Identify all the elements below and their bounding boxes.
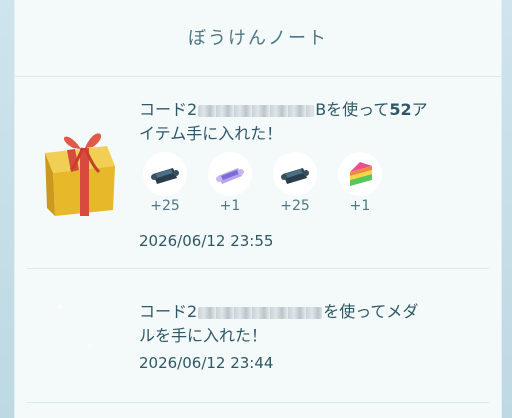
item-icon-container [338,152,382,196]
item-icon-container [143,152,187,196]
item-count: +25 [150,198,180,214]
code-prefix: コード2 [139,100,198,119]
glowing-scroll-icon [216,168,244,184]
message-line-2: ルを手に入れた！ [139,326,268,345]
rainbow-cake-icon [350,162,372,186]
message-text: を使って [326,100,390,119]
map-scroll-icon [281,168,309,184]
item-total: 52 [389,100,412,119]
code-prefix: コード2 [139,302,198,321]
redacted-code [198,104,315,117]
sparkle-icon: ✧ [85,340,96,354]
item-count: +1 [219,198,241,214]
divider [27,402,489,403]
message-line-2: イテム手に入れた！ [139,124,283,143]
item-icon-container [208,152,252,196]
message-text: を使ってメダ [323,302,419,321]
item-count: +25 [280,198,310,214]
page-title: ぼうけんノート [188,28,328,49]
entry-message: コード2 Bを使って52ア イテム手に入れた！ [139,98,479,146]
code-suffix: B [315,100,327,119]
map-scroll-icon [151,168,179,184]
timestamp: 2026/06/12 23:55 [139,232,274,250]
item-count: +1 [349,198,371,214]
divider [27,268,489,269]
header: ぼうけんノート [15,0,501,77]
item-icon-container [273,152,317,196]
timestamp: 2026/06/12 23:44 [139,354,274,372]
adventure-log-panel: ぼうけんノート ✦ ✧ コード2 Bを使って52ア イテム手に入れた！ +25 … [14,0,502,418]
message-text-tail: ア [411,100,428,119]
entry-message: コード2 を使ってメダ ルを手に入れた！ [139,300,479,348]
gift-box-icon [45,133,115,216]
redacted-code [198,306,323,319]
sparkle-icon: ✦ [55,300,66,314]
